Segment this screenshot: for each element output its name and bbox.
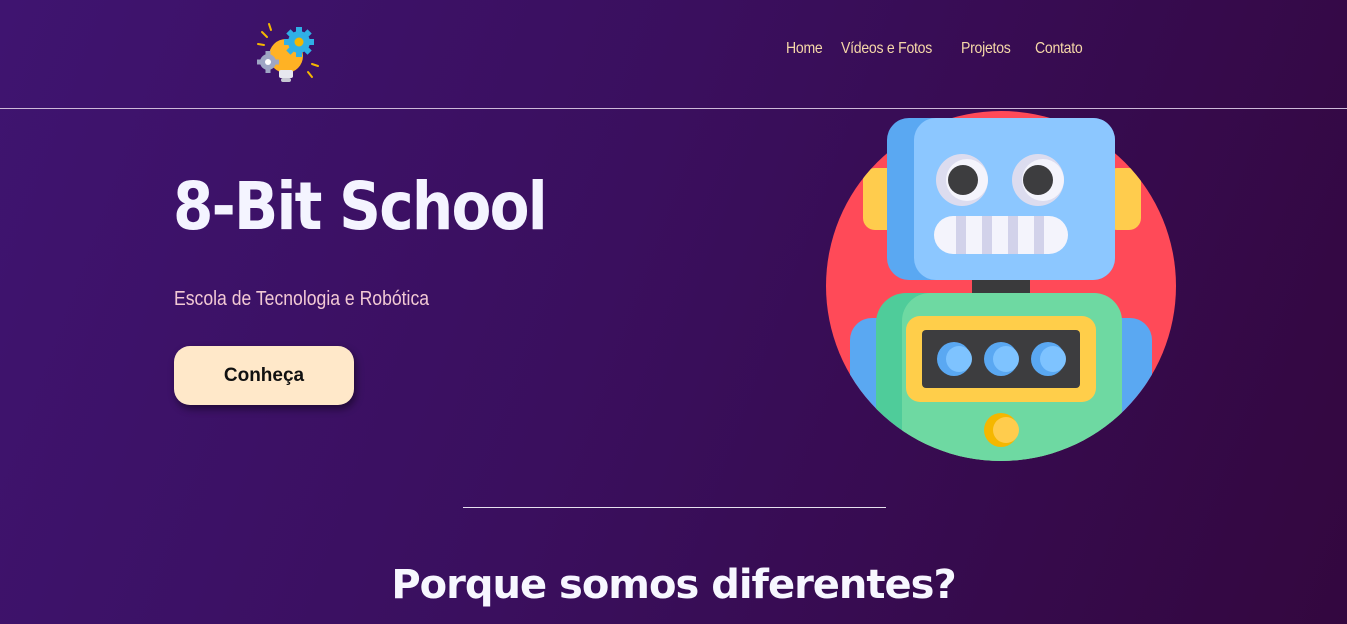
nav-link-projetos[interactable]: Projetos bbox=[961, 40, 1011, 58]
conheca-button[interactable]: Conheça bbox=[174, 346, 354, 405]
lightbulb-gears-icon[interactable] bbox=[254, 20, 322, 88]
section-divider bbox=[463, 507, 886, 508]
nav-link-contato[interactable]: Contato bbox=[1035, 40, 1083, 58]
nav-link-home[interactable]: Home bbox=[786, 40, 823, 58]
hero-subtitle: Escola de Tecnologia e Robótica bbox=[174, 288, 430, 310]
section-title: Porque somos diferentes? bbox=[391, 562, 956, 608]
main-nav: Home Vídeos e Fotos Projetos Contato bbox=[786, 40, 1105, 58]
robot-icon bbox=[820, 108, 1180, 468]
nav-link-videos-fotos[interactable]: Vídeos e Fotos bbox=[841, 40, 932, 58]
site-header: Home Vídeos e Fotos Projetos Contato bbox=[0, 0, 1347, 109]
hero-title: 8-Bit School bbox=[173, 168, 548, 245]
